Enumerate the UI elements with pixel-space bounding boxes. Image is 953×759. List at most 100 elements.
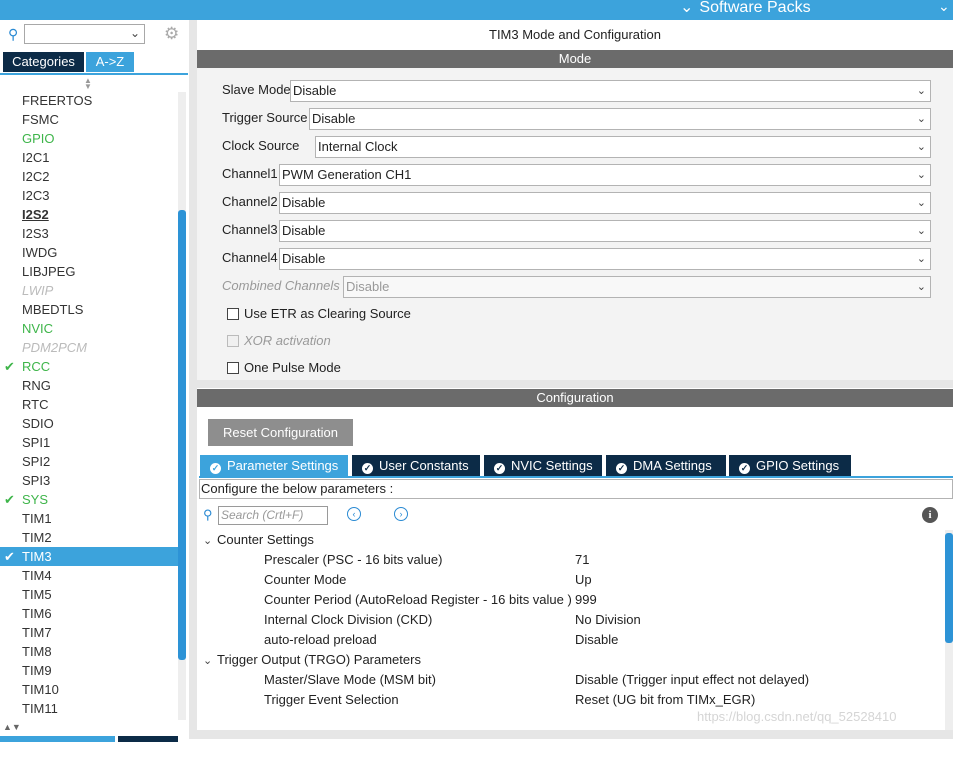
- peripheral-item-lwip[interactable]: LWIP: [0, 281, 178, 300]
- peripheral-item-tim10[interactable]: TIM10: [0, 680, 178, 699]
- param-value[interactable]: No Division: [575, 610, 641, 630]
- peripheral-item-spi3[interactable]: SPI3: [0, 471, 178, 490]
- parameter-scrollbar[interactable]: [945, 530, 953, 730]
- param-row-auto-reload-preload[interactable]: auto-reload preload Disable: [197, 630, 945, 650]
- peripheral-item-freertos[interactable]: FREERTOS: [0, 91, 178, 110]
- configuration-header: Configuration: [197, 389, 953, 407]
- peripheral-item-gpio[interactable]: GPIO: [0, 129, 178, 148]
- check-circle-icon: ✓: [494, 463, 505, 474]
- left-bottom-tab-2[interactable]: [118, 736, 178, 742]
- peripheral-item-tim6[interactable]: TIM6: [0, 604, 178, 623]
- param-row-counter-mode[interactable]: Counter Mode Up: [197, 570, 945, 590]
- tab-a-z[interactable]: A->Z: [86, 52, 134, 72]
- param-value[interactable]: 71: [575, 550, 589, 570]
- param-row-trigger-event[interactable]: Trigger Event Selection Reset (UG bit fro…: [197, 690, 945, 710]
- peripheral-item-tim3[interactable]: ✔ TIM3: [0, 547, 178, 566]
- param-value[interactable]: Disable (Trigger input effect not delaye…: [575, 670, 809, 690]
- group-trgo-parameters[interactable]: ⌄ Trigger Output (TRGO) Parameters: [197, 650, 945, 670]
- tab-gpio-settings[interactable]: ✓ GPIO Settings: [729, 455, 851, 476]
- previous-match-icon[interactable]: ‹: [347, 507, 361, 521]
- tab-parameter-settings-label: Parameter Settings: [227, 458, 339, 473]
- chevron-down-icon: ⌄: [916, 225, 926, 237]
- clock-source-select[interactable]: Internal Clock ⌄: [315, 136, 931, 158]
- tab-dma-settings-label: DMA Settings: [633, 458, 712, 473]
- param-value[interactable]: 999: [575, 590, 597, 610]
- software-packs-menu[interactable]: ⌄ Software Packs: [680, 0, 811, 17]
- peripheral-item-i2s3[interactable]: I2S3: [0, 224, 178, 243]
- peripheral-item-label: TIM3: [22, 549, 52, 564]
- peripheral-item-tim5[interactable]: TIM5: [0, 585, 178, 604]
- peripheral-list-scrollbar[interactable]: [178, 92, 186, 720]
- peripheral-item-pdm2pcm[interactable]: PDM2PCM: [0, 338, 178, 357]
- scrollbar-thumb[interactable]: [178, 210, 186, 660]
- peripheral-item-spi1[interactable]: SPI1: [0, 433, 178, 452]
- peripheral-item-label: SPI2: [22, 454, 51, 469]
- etr-checkbox[interactable]: [227, 308, 239, 320]
- group-counter-settings[interactable]: ⌄ Counter Settings: [197, 530, 945, 550]
- trigger-source-select[interactable]: Disable ⌄: [309, 108, 931, 130]
- param-row-ckd[interactable]: Internal Clock Division (CKD) No Division: [197, 610, 945, 630]
- sort-icon[interactable]: ▲ ▼: [84, 77, 92, 91]
- peripheral-item-fsmc[interactable]: FSMC: [0, 110, 178, 129]
- param-row-msm[interactable]: Master/Slave Mode (MSM bit) Disable (Trig…: [197, 670, 945, 690]
- left-bottom-tab-1[interactable]: [0, 736, 115, 742]
- peripheral-item-libjpeg[interactable]: LIBJPEG: [0, 262, 178, 281]
- peripheral-item-spi2[interactable]: SPI2: [0, 452, 178, 471]
- chevron-down-icon[interactable]: ⌄: [130, 26, 140, 40]
- peripheral-search-combo[interactable]: ⌄: [24, 24, 145, 44]
- peripheral-item-label: RNG: [22, 378, 51, 393]
- peripheral-item-i2c1[interactable]: I2C1: [0, 148, 178, 167]
- peripheral-item-sys[interactable]: ✔ SYS: [0, 490, 178, 509]
- param-row-prescaler[interactable]: Prescaler (PSC - 16 bits value) 71: [197, 550, 945, 570]
- peripheral-item-sdio[interactable]: SDIO: [0, 414, 178, 433]
- peripheral-item-nvic[interactable]: NVIC: [0, 319, 178, 338]
- peripheral-item-label: LWIP: [22, 283, 54, 298]
- peripheral-item-tim4[interactable]: TIM4: [0, 566, 178, 585]
- peripheral-item-tim1[interactable]: TIM1: [0, 509, 178, 528]
- tab-categories[interactable]: Categories: [3, 52, 84, 72]
- peripheral-item-mbedtls[interactable]: MBEDTLS: [0, 300, 178, 319]
- param-value[interactable]: Disable: [575, 630, 618, 650]
- peripheral-item-i2c2[interactable]: I2C2: [0, 167, 178, 186]
- channel4-select[interactable]: Disable ⌄: [279, 248, 931, 270]
- collapse-arrows-icon[interactable]: ▲▼: [3, 722, 21, 732]
- peripheral-item-tim2[interactable]: TIM2: [0, 528, 178, 547]
- gear-icon[interactable]: ⚙: [164, 24, 179, 44]
- info-icon[interactable]: i: [922, 507, 938, 523]
- tab-parameter-settings[interactable]: ✓ Parameter Settings: [200, 455, 348, 476]
- chevron-down-icon[interactable]: ⌄: [203, 531, 217, 551]
- chevron-down-icon[interactable]: ⌄: [203, 651, 217, 671]
- next-match-icon[interactable]: ›: [394, 507, 408, 521]
- channel3-select[interactable]: Disable ⌄: [279, 220, 931, 242]
- peripheral-item-tim8[interactable]: TIM8: [0, 642, 178, 661]
- channel1-select[interactable]: PWM Generation CH1 ⌄: [279, 164, 931, 186]
- tab-nvic-settings[interactable]: ✓ NVIC Settings: [484, 455, 602, 476]
- peripheral-item-tim7[interactable]: TIM7: [0, 623, 178, 642]
- parameter-search-input[interactable]: Search (Crtl+F): [218, 506, 328, 525]
- one-pulse-checkbox[interactable]: [227, 362, 239, 374]
- section-splitter[interactable]: [197, 380, 953, 388]
- peripheral-item-rcc[interactable]: ✔ RCC: [0, 357, 178, 376]
- peripheral-item-i2s2[interactable]: I2S2: [0, 205, 178, 224]
- tab-user-constants[interactable]: ✓ User Constants: [352, 455, 480, 476]
- peripheral-item-iwdg[interactable]: IWDG: [0, 243, 178, 262]
- chevron-down-icon: ⌄: [916, 169, 926, 181]
- param-value[interactable]: Up: [575, 570, 592, 590]
- check-circle-icon: ✓: [616, 463, 627, 474]
- param-row-counter-period[interactable]: Counter Period (AutoReload Register - 16…: [197, 590, 945, 610]
- peripheral-item-rtc[interactable]: RTC: [0, 395, 178, 414]
- peripheral-item-tim9[interactable]: TIM9: [0, 661, 178, 680]
- peripheral-item-rng[interactable]: RNG: [0, 376, 178, 395]
- panel-splitter[interactable]: [189, 20, 197, 739]
- peripheral-item-tim11[interactable]: TIM11: [0, 699, 178, 718]
- peripheral-item-label: TIM2: [22, 530, 52, 545]
- scrollbar-thumb[interactable]: [945, 533, 953, 643]
- channel2-select[interactable]: Disable ⌄: [279, 192, 931, 214]
- peripheral-item-i2c3[interactable]: I2C3: [0, 186, 178, 205]
- chevron-down-icon[interactable]: ⌄: [938, 0, 950, 15]
- slave-mode-select[interactable]: Disable ⌄: [290, 80, 931, 102]
- peripheral-item-label: I2S2: [22, 207, 49, 222]
- tab-dma-settings[interactable]: ✓ DMA Settings: [606, 455, 726, 476]
- reset-configuration-button[interactable]: Reset Configuration: [208, 419, 353, 446]
- param-value[interactable]: Reset (UG bit from TIMx_EGR): [575, 690, 755, 710]
